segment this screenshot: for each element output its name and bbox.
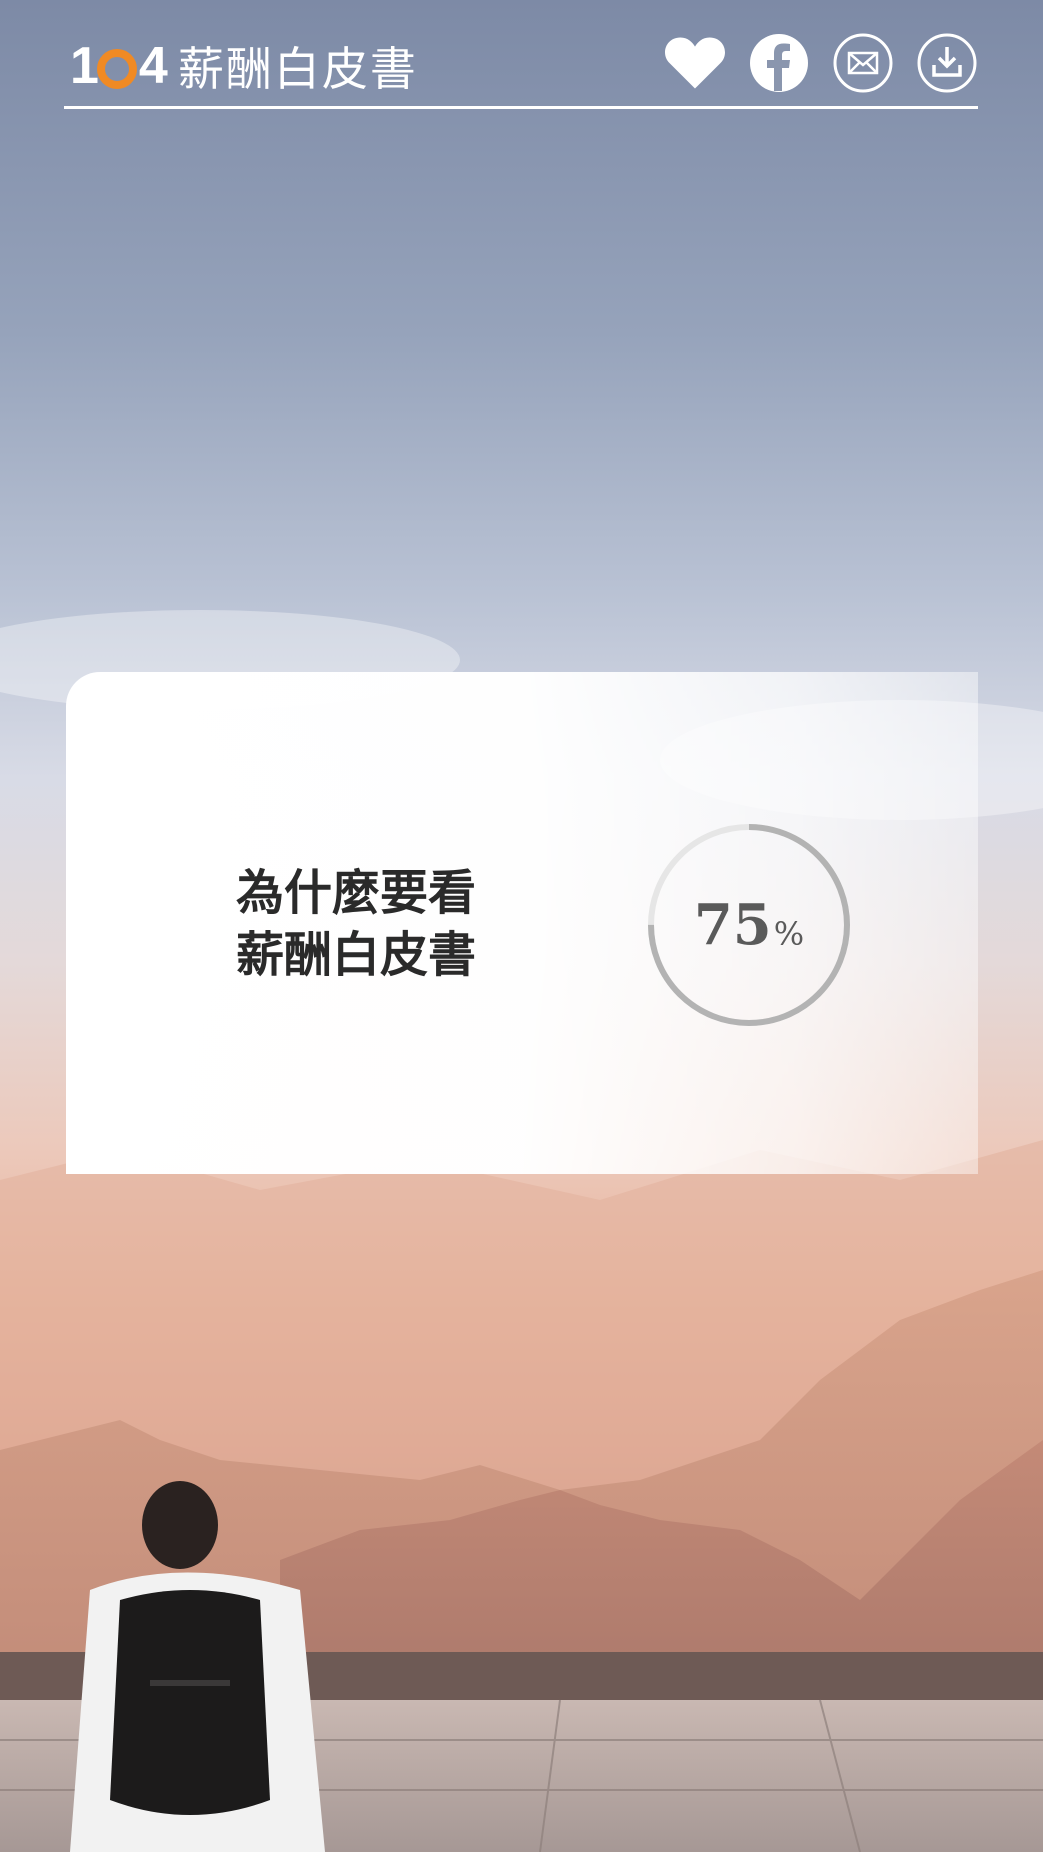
- mail-icon[interactable]: [832, 32, 894, 94]
- logo-digit-four: 4: [138, 37, 168, 95]
- facebook-icon[interactable]: [748, 32, 810, 94]
- intro-card: 為什麼要看 薪酬白皮書 75%: [66, 672, 978, 1174]
- logo-number: 14: [70, 36, 168, 96]
- header-bar: 14 薪酬白皮書: [64, 28, 978, 110]
- card-title: 為什麼要看 薪酬白皮書: [236, 862, 476, 986]
- header-divider: [64, 106, 978, 109]
- progress-value: 75: [693, 892, 772, 958]
- logo-ring-icon: [96, 49, 137, 90]
- header-actions: [664, 32, 978, 94]
- progress-unit: %: [773, 915, 805, 953]
- logo-title: 薪酬白皮書: [177, 42, 418, 96]
- download-icon[interactable]: [916, 32, 978, 94]
- heart-icon[interactable]: [664, 32, 726, 94]
- progress-ring: 75%: [644, 820, 854, 1030]
- brand-logo[interactable]: 14 薪酬白皮書: [70, 36, 418, 96]
- card-title-line-1: 為什麼要看: [236, 865, 477, 921]
- card-title-line-2: 薪酬白皮書: [236, 927, 477, 983]
- logo-digit-one: 1: [70, 37, 99, 95]
- progress-label: 75%: [644, 820, 854, 1030]
